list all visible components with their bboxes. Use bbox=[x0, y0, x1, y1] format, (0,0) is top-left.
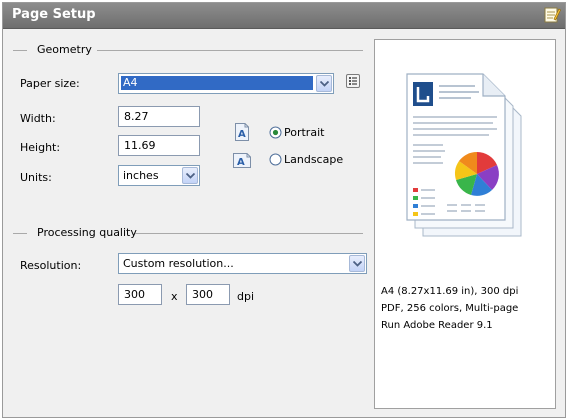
resolution-label: Resolution: bbox=[20, 259, 82, 272]
geometry-group-label: Geometry bbox=[37, 43, 92, 56]
page-setup-window: Page Setup Geometry Paper size: A4 Width… bbox=[2, 2, 566, 418]
preview-panel: A4 (8.27x11.69 in), 300 dpi PDF, 256 col… bbox=[374, 39, 556, 409]
landscape-label[interactable]: Landscape bbox=[284, 153, 343, 166]
divider bbox=[13, 50, 27, 51]
preview-info-line: PDF, 256 colors, Multi-page bbox=[381, 303, 519, 314]
document-preview-icon bbox=[406, 73, 522, 237]
times-symbol: x bbox=[171, 290, 178, 303]
paper-list-icon[interactable] bbox=[345, 73, 361, 89]
dpi-unit-label: dpi bbox=[237, 290, 255, 303]
chevron-down-icon[interactable] bbox=[182, 167, 198, 184]
title-bar: Page Setup bbox=[3, 3, 565, 29]
window-title: Page Setup bbox=[12, 7, 96, 22]
processing-group-label: Processing quality bbox=[37, 226, 137, 239]
chevron-down-icon[interactable] bbox=[349, 255, 365, 272]
chevron-down-icon[interactable] bbox=[316, 75, 332, 92]
portrait-radio[interactable] bbox=[269, 126, 282, 139]
units-label: Units: bbox=[20, 171, 52, 184]
processing-group-header: Processing quality bbox=[13, 226, 363, 240]
dialog-body: Geometry Paper size: A4 Width: 8.27 Heig… bbox=[3, 29, 565, 417]
units-value: inches bbox=[123, 169, 159, 182]
divider bbox=[13, 233, 27, 234]
paper-size-label: Paper size: bbox=[20, 77, 80, 90]
resolution-select[interactable]: Custom resolution... bbox=[118, 253, 367, 274]
geometry-group-header: Geometry bbox=[13, 43, 363, 57]
resolution-value: Custom resolution... bbox=[123, 257, 234, 270]
height-label: Height: bbox=[20, 141, 61, 154]
resolution-x-input[interactable]: 300 bbox=[118, 284, 162, 305]
landscape-radio[interactable] bbox=[269, 153, 282, 166]
width-input[interactable]: 8.27 bbox=[118, 106, 200, 127]
preview-info-line: A4 (8.27x11.69 in), 300 dpi bbox=[381, 286, 519, 297]
preview-info-line: Run Adobe Reader 9.1 bbox=[381, 320, 493, 331]
units-select[interactable]: inches bbox=[118, 165, 200, 186]
notepad-icon[interactable] bbox=[543, 6, 561, 24]
divider bbox=[97, 50, 363, 51]
portrait-label[interactable]: Portrait bbox=[284, 126, 324, 139]
width-label: Width: bbox=[20, 112, 56, 125]
landscape-page-icon: A bbox=[233, 153, 251, 168]
height-input[interactable]: 11.69 bbox=[118, 135, 200, 156]
svg-text:A: A bbox=[238, 129, 246, 140]
portrait-page-icon: A bbox=[235, 123, 249, 141]
paper-size-select[interactable]: A4 bbox=[118, 73, 334, 94]
divider bbox=[135, 233, 363, 234]
resolution-y-input[interactable]: 300 bbox=[186, 284, 230, 305]
paper-size-value: A4 bbox=[121, 76, 313, 90]
svg-text:A: A bbox=[237, 157, 245, 168]
